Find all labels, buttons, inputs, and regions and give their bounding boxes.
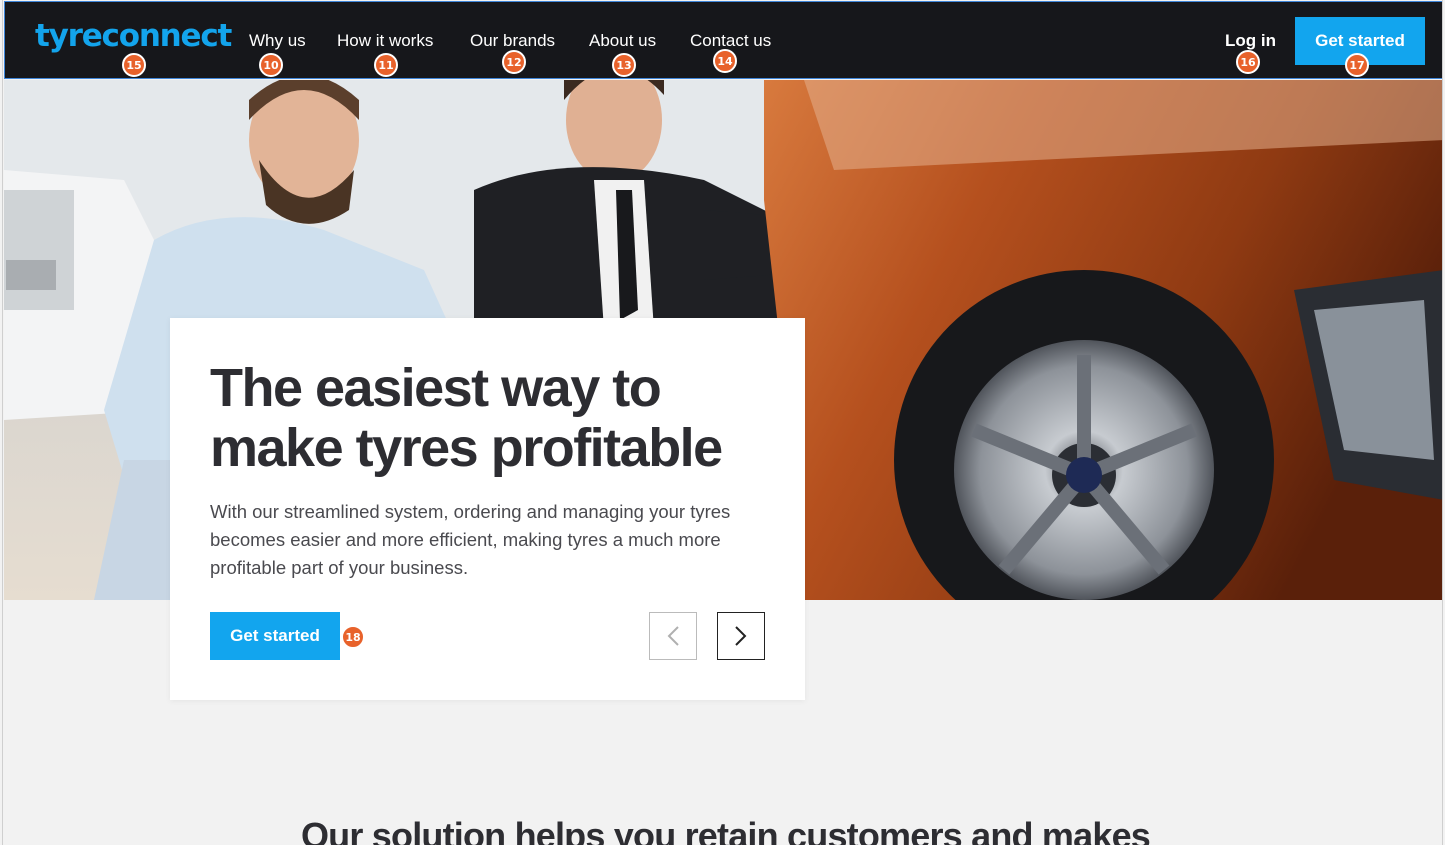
- chevron-left-icon: [667, 626, 679, 646]
- login-link[interactable]: Log in: [1225, 31, 1276, 51]
- hero-title-line-1: The easiest way to: [210, 358, 662, 418]
- marker-badge: 17: [1345, 53, 1369, 77]
- nav-link-our-brands[interactable]: Our brands: [470, 31, 555, 51]
- hero-title-line-2: make tyres profitable: [210, 418, 723, 478]
- marker-badge: 16: [1236, 50, 1260, 74]
- hero-card: The easiest way to make tyres profitable…: [170, 318, 805, 700]
- page-frame: tyreconnect 15 Why us 10 How it works 11…: [2, 0, 1443, 845]
- hero-description: With our streamlined system, ordering an…: [210, 501, 731, 578]
- marker-badge: 15: [122, 53, 146, 77]
- marker-badge: 11: [374, 53, 398, 77]
- top-nav: tyreconnect 15 Why us 10 How it works 11…: [4, 1, 1442, 79]
- nav-link-about-us[interactable]: About us: [589, 31, 656, 51]
- marker-badge: 14: [713, 49, 737, 73]
- hero-title: The easiest way to make tyres profitable: [210, 358, 790, 478]
- carousel-prev-button[interactable]: [649, 612, 697, 660]
- marker-badge: 12: [502, 50, 526, 74]
- chevron-right-icon: [735, 626, 747, 646]
- logo[interactable]: tyreconnect: [35, 18, 232, 54]
- nav-link-why-us[interactable]: Why us: [249, 31, 306, 51]
- marker-badge: 13: [612, 53, 636, 77]
- nav-link-how-it-works[interactable]: How it works: [337, 31, 433, 51]
- carousel-next-button[interactable]: [717, 612, 765, 660]
- nav-link-contact-us[interactable]: Contact us: [690, 31, 771, 51]
- marker-badge: 18: [341, 625, 365, 649]
- hero-get-started-button[interactable]: Get started: [210, 612, 340, 660]
- section-title: Our solution helps you retain customers …: [300, 815, 1151, 845]
- marker-badge: 10: [259, 53, 283, 77]
